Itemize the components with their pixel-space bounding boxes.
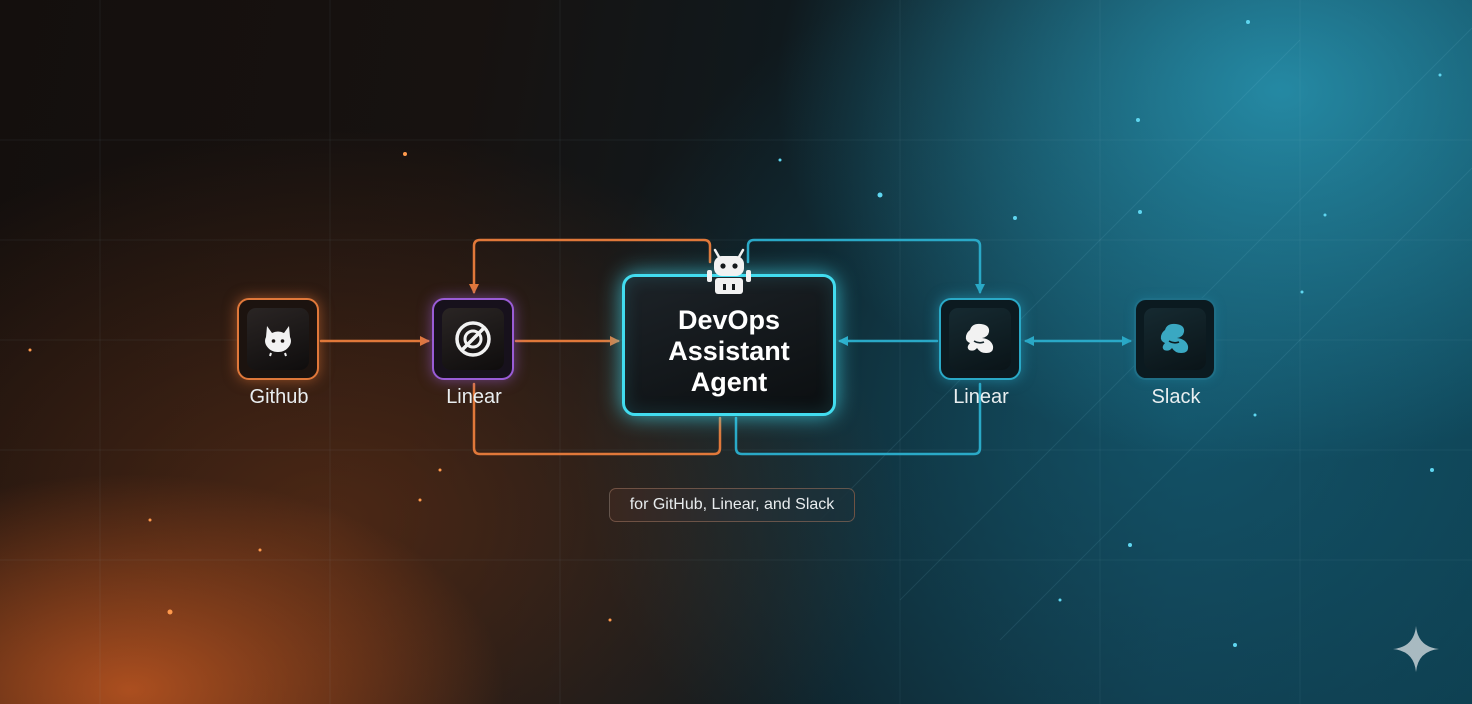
- linear-left-node[interactable]: [432, 298, 514, 380]
- slack-blob-icon: [1160, 323, 1189, 353]
- linear-right-node[interactable]: [939, 298, 1021, 380]
- caption-badge: for GitHub, Linear, and Slack: [609, 488, 855, 522]
- robot-icon: [707, 248, 751, 294]
- github-node[interactable]: [237, 298, 319, 380]
- linear-icon: [455, 321, 491, 357]
- github-label: Github: [249, 386, 309, 408]
- agent-title: DevOps Assistant Agent: [668, 304, 790, 397]
- github-cat-icon: [265, 326, 291, 357]
- slack-blob-icon: [965, 323, 994, 353]
- linear-left-label: Linear: [446, 386, 502, 408]
- slack-node[interactable]: [1134, 298, 1216, 380]
- slack-label: Slack: [1151, 386, 1201, 408]
- sparkle-icon: [1393, 626, 1439, 672]
- linear-right-label: Linear: [953, 386, 1009, 408]
